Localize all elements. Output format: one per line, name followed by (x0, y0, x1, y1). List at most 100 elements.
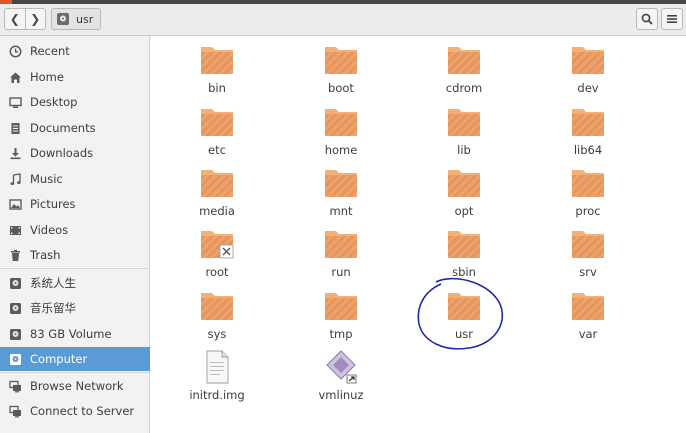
file-name: etc (208, 143, 226, 157)
file-name: opt (454, 204, 474, 218)
folder-item-tmp[interactable]: tmp (296, 288, 386, 348)
folder-item-dev[interactable]: dev (543, 42, 633, 102)
sidebar-item-volume-83gb[interactable]: 83 GB Volume (0, 322, 150, 346)
folder-item-lib64[interactable]: lib64 (543, 104, 633, 164)
sidebar-item-connect-server[interactable]: Connect to Server (0, 399, 150, 423)
sidebar-item-label: 音乐留华 (30, 301, 76, 315)
sidebar-item-label: Videos (30, 223, 69, 237)
desktop-icon (8, 95, 22, 109)
file-name: bin (208, 81, 226, 95)
folder-item-run[interactable]: run (296, 226, 386, 286)
folder-item-var[interactable]: var (543, 288, 633, 348)
folder-item-opt[interactable]: opt (419, 165, 509, 225)
network-icon (8, 379, 22, 393)
folder-item-boot[interactable]: boot (296, 42, 386, 102)
file-name: media (199, 204, 235, 218)
file-name: dev (577, 81, 599, 95)
file-name: vmlinuz (318, 388, 364, 402)
file-item-initrd-img[interactable]: initrd.img (172, 349, 262, 409)
drive-icon (8, 276, 22, 290)
sidebar-item-videos[interactable]: Videos (0, 218, 150, 242)
file-grid: bin boot cdrom dev etc home lib lib64 media mnt op… (151, 36, 686, 433)
file-item-vmlinuz[interactable]: vmlinuz (296, 349, 386, 409)
folder-icon (323, 104, 359, 140)
folder-icon (199, 288, 235, 324)
folder-item-usr[interactable]: usr (419, 288, 509, 348)
chevron-right-icon: ❯ (30, 12, 41, 26)
path-label: usr (76, 12, 94, 26)
drive-icon (8, 301, 22, 315)
folder-item-lib[interactable]: lib (419, 104, 509, 164)
forward-button[interactable]: ❯ (24, 9, 46, 29)
sidebar-item-music[interactable]: Music (0, 167, 150, 191)
sidebar-item-documents[interactable]: Documents (0, 116, 150, 140)
header-bar: ❮ ❯ usr (0, 0, 686, 36)
sidebar-item-downloads[interactable]: Downloads (0, 141, 150, 165)
home-icon (8, 70, 22, 84)
folder-icon (323, 165, 359, 201)
folder-item-home[interactable]: home (296, 104, 386, 164)
folder-icon (446, 42, 482, 78)
clock-icon (8, 44, 22, 58)
file-name: var (578, 327, 598, 341)
folder-item-sys[interactable]: sys (172, 288, 262, 348)
file-name: boot (328, 81, 354, 95)
folder-item-mnt[interactable]: mnt (296, 165, 386, 225)
sidebar-divider (0, 372, 150, 373)
sidebar-item-label: Desktop (30, 95, 78, 109)
sidebar-item-volume-music[interactable]: 音乐留华 (0, 296, 150, 320)
sidebar-item-label: Browse Network (30, 379, 124, 393)
folder-icon (446, 104, 482, 140)
symlink-file-icon (323, 349, 359, 385)
menu-button[interactable] (661, 8, 683, 30)
sidebar-item-home[interactable]: Home (0, 65, 150, 89)
trash-icon (8, 248, 22, 262)
file-name: usr (454, 327, 473, 341)
folder-icon (199, 165, 235, 201)
file-name: cdrom (445, 81, 483, 95)
drive-icon (57, 13, 69, 25)
folder-item-sbin[interactable]: sbin (419, 226, 509, 286)
sidebar-item-trash[interactable]: Trash (0, 243, 150, 267)
folder-icon (570, 288, 606, 324)
search-icon (641, 13, 653, 25)
window-accent (0, 0, 12, 4)
folder-locked-icon (199, 226, 235, 262)
sidebar-item-label: Music (30, 172, 63, 186)
sidebar-item-label: Documents (30, 121, 96, 135)
folder-item-cdrom[interactable]: cdrom (419, 42, 509, 102)
folder-item-proc[interactable]: proc (543, 165, 633, 225)
folder-item-root[interactable]: root (172, 226, 262, 286)
folder-item-media[interactable]: media (172, 165, 262, 225)
search-button[interactable] (636, 8, 658, 30)
file-name: initrd.img (189, 388, 245, 402)
sidebar-item-label: Computer (30, 352, 88, 366)
folder-item-srv[interactable]: srv (543, 226, 633, 286)
path-bar-usr[interactable]: usr (51, 8, 101, 30)
sidebar-divider (0, 268, 150, 269)
folder-icon (570, 104, 606, 140)
sidebar-item-desktop[interactable]: Desktop (0, 90, 150, 114)
file-name: tmp (329, 327, 353, 341)
sidebar-item-label: 系统人生 (30, 276, 76, 290)
video-icon (8, 223, 22, 237)
sidebar-item-volume-system[interactable]: 系统人生 (0, 271, 150, 295)
sidebar-item-browse-network[interactable]: Browse Network (0, 374, 150, 398)
folder-icon (323, 42, 359, 78)
drive-icon (8, 327, 22, 341)
chevron-left-icon: ❮ (9, 12, 20, 26)
title-strip (12, 0, 686, 4)
sidebar-item-pictures[interactable]: Pictures (0, 192, 150, 216)
folder-item-bin[interactable]: bin (172, 42, 262, 102)
file-name: lib (457, 143, 471, 157)
folder-icon (446, 165, 482, 201)
server-icon (8, 404, 22, 418)
folder-item-etc[interactable]: etc (172, 104, 262, 164)
sidebar-item-computer[interactable]: Computer (0, 347, 150, 371)
file-name: proc (575, 204, 601, 218)
file-name: sys (207, 327, 227, 341)
back-button[interactable]: ❮ (5, 9, 25, 29)
file-name: lib64 (573, 143, 603, 157)
text-file-icon (199, 349, 235, 385)
sidebar-item-recent[interactable]: Recent (0, 39, 150, 63)
